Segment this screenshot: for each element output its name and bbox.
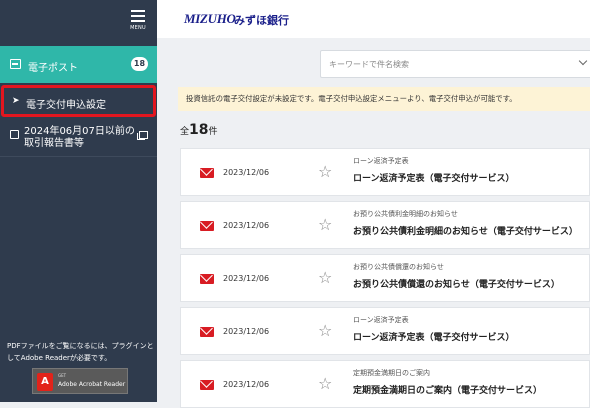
message-title: お預り公共債償還のお知らせ（電子交付サービス）	[353, 280, 560, 290]
menu-label: MENU	[130, 25, 146, 31]
mail-icon	[200, 221, 214, 231]
star-icon[interactable]: ☆	[318, 162, 332, 181]
notice-banner: 投資信託の電子交付設定が未設定です。電子交付申込設定メニューより、電子交付申込が…	[178, 87, 590, 111]
sidebar-item-delivery-settings[interactable]: ➤ 電子交付申込設定	[1, 85, 156, 117]
message-title: ローン返済予定表（電子交付サービス）	[353, 174, 515, 184]
message-card[interactable]: 2023/12/06 ☆ 定期預金満期日のご案内 定期預金満期日のご案内（電子交…	[180, 360, 590, 408]
message-date: 2023/12/06	[223, 168, 270, 177]
message-category: お預り公共債利金明細のお知らせ	[353, 210, 458, 218]
mail-icon	[200, 274, 214, 284]
acrobat-logo-icon: A	[37, 373, 53, 391]
external-window-icon	[137, 131, 148, 140]
message-card[interactable]: 2023/12/06 ☆ ローン返済予定表 ローン返済予定表（電子交付サービス）	[180, 307, 590, 355]
sidebar: MENU 電子ポスト 18 ➤ 電子交付申込設定 2024年06月07日以前の …	[0, 0, 157, 402]
message-card[interactable]: 2023/12/06 ☆ お預り公共債償還のお知らせ お預り公共債償還のお知らせ…	[180, 254, 590, 302]
message-date: 2023/12/06	[223, 380, 270, 389]
pdf-plugin-note: PDFファイルをご覧になるには、プラグインとしてAdobe Readerが必要で…	[7, 342, 154, 362]
star-icon[interactable]: ☆	[318, 215, 332, 234]
message-category: 定期預金満期日のご案内	[353, 369, 430, 377]
mizuho-logo[interactable]: MIZUHO	[184, 11, 236, 27]
star-icon[interactable]: ☆	[318, 268, 332, 287]
inbox-icon	[10, 59, 21, 69]
message-category: ローン返済予定表	[353, 157, 409, 165]
mail-icon	[200, 168, 214, 178]
message-date: 2023/12/06	[223, 221, 270, 230]
menu-button[interactable]: MENU	[124, 8, 152, 38]
get-acrobat-reader-button[interactable]: A GET Adobe Acrobat Reader	[32, 368, 128, 394]
message-card[interactable]: 2023/12/06 ☆ お預り公共債利金明細のお知らせ お預り公共債利金明細の…	[180, 201, 590, 249]
total-count: 全18件	[180, 122, 218, 138]
keyword-search-input[interactable]	[320, 50, 590, 78]
archive-icon	[10, 130, 19, 139]
mail-icon	[200, 327, 214, 337]
unread-count-badge: 18	[131, 57, 148, 71]
divider	[0, 156, 157, 157]
message-card[interactable]: 2023/12/06 ☆ ローン返済予定表 ローン返済予定表（電子交付サービス）	[180, 148, 590, 196]
message-title: 定期預金満期日のご案内（電子交付サービス）	[353, 386, 543, 396]
star-icon[interactable]: ☆	[318, 374, 332, 393]
message-category: お預り公共債償還のお知らせ	[353, 263, 444, 271]
sidebar-item-label: 電子交付申込設定	[26, 100, 106, 111]
header: MIZUHO みずほ銀行	[157, 0, 590, 38]
sidebar-item-electronic-post[interactable]: 電子ポスト 18	[0, 46, 157, 83]
message-category: ローン返済予定表	[353, 316, 409, 324]
star-icon[interactable]: ☆	[318, 321, 332, 340]
message-date: 2023/12/06	[223, 274, 270, 283]
sidebar-item-label: 2024年06月07日以前の 取引報告書等	[24, 126, 135, 149]
sidebar-item-label: 電子ポスト	[28, 63, 78, 74]
message-title: ローン返済予定表（電子交付サービス）	[353, 333, 515, 343]
hamburger-icon	[131, 10, 145, 12]
bank-name: みずほ銀行	[234, 14, 289, 27]
mail-icon	[200, 380, 214, 390]
message-title: お預り公共債利金明細のお知らせ（電子交付サービス）	[353, 227, 578, 237]
message-date: 2023/12/06	[223, 327, 270, 336]
sidebar-item-past-reports[interactable]: 2024年06月07日以前の 取引報告書等	[0, 121, 157, 155]
send-icon: ➤	[12, 96, 20, 106]
